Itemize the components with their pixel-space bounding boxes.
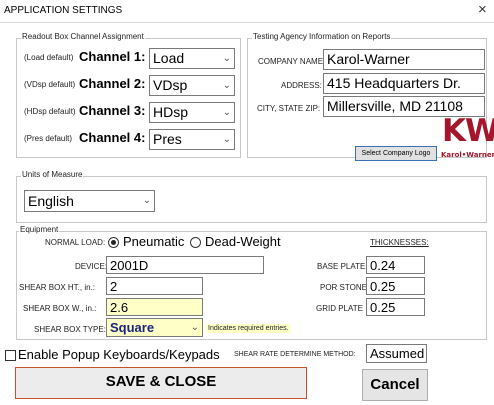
address-field[interactable]: 415 Headquarters Dr. [323,73,485,94]
channel-3-default-label: (HDsp default) [24,107,76,116]
channel-3-value: HDsp [153,104,189,120]
chevron-down-icon: ⌄ [190,322,199,333]
chevron-down-icon: ⌄ [222,134,231,145]
shear-rate-label: SHEAR RATE DETERMINE METHOD: [234,351,356,358]
channel-4-select[interactable]: Pres ⌄ [149,129,235,150]
device-field[interactable]: 2001D [106,256,264,274]
required-entries-note: Indicates required entries. [206,324,291,333]
channel-3-label: Channel 3: [79,103,146,118]
company-name-field[interactable]: Karol-Warner [323,49,485,70]
channel-4-label: Channel 4: [79,130,146,145]
address-label: ADDRESS: [281,81,322,90]
base-plate-label: BASE PLATE [317,262,366,271]
channel-2-value: VDsp [153,77,188,93]
chevron-down-icon: ⌄ [222,107,231,118]
channel-2-select[interactable]: VDsp ⌄ [149,75,235,96]
shear-box-ht-field[interactable]: 2 [106,277,203,295]
thicknesses-header: THICKNESSES: [370,238,429,247]
grid-plate-field[interactable]: 0.25 [366,298,425,316]
save-close-button[interactable]: SAVE & CLOSE [15,367,307,399]
company-logo: KW [442,115,494,147]
units-group-label: Units of Measure [21,170,84,179]
company-name-label: COMPANY NAME: [258,57,326,66]
por-stone-field[interactable]: 0.25 [366,277,425,295]
channel-4-value: Pres [153,131,182,147]
shear-box-type-value: Square [110,320,155,335]
pneumatic-radio[interactable] [108,237,119,248]
readout-group-label: Readout Box Channel Assignment [21,32,145,41]
logo-mark: KW [442,113,494,149]
shear-box-type-label: SHEAR BOX TYPE: [34,325,106,334]
channel-1-default-label: (Load default) [24,53,74,62]
dead-weight-label: Dead-Weight [205,234,281,249]
shear-box-type-select[interactable]: Square ⌄ [106,318,203,337]
city-state-zip-label: CITY, STATE ZIP: [257,104,321,113]
shear-rate-field[interactable]: Assumed [366,344,427,363]
equipment-group-label: Equipment [19,225,60,234]
dead-weight-radio[interactable] [190,237,201,248]
units-select[interactable]: English ⌄ [24,190,155,212]
title-divider [0,22,494,23]
channel-1-select[interactable]: Load ⌄ [149,48,235,69]
radio-selected-dot [111,240,116,245]
popup-keyboards-label: Enable Popup Keyboards/Keypads [18,347,220,362]
units-value: English [28,193,74,209]
company-logo-text: Karol•Warner [441,151,494,159]
chevron-down-icon: ⌄ [222,53,231,64]
agency-group-label: Testing Agency Information on Reports [252,32,392,41]
chevron-down-icon: ⌄ [142,195,151,206]
shear-box-w-field[interactable]: 2.6 [106,298,203,316]
chevron-down-icon: ⌄ [222,80,231,91]
channel-1-label: Channel 1: [79,49,146,64]
normal-load-label: NORMAL LOAD: [45,238,106,247]
device-label: DEVICE: [75,262,108,271]
channel-2-default-label: (VDsp default) [24,80,76,89]
popup-keyboards-checkbox[interactable] [5,350,16,361]
channel-4-default-label: (Pres default) [24,134,73,143]
window-title: APPLICATION SETTINGS [4,5,123,16]
channel-3-select[interactable]: HDsp ⌄ [149,102,235,123]
cancel-button[interactable]: Cancel [362,369,428,401]
por-stone-label: POR STONE [320,283,367,292]
pneumatic-label: Pneumatic [123,234,185,249]
shear-box-ht-label: SHEAR BOX HT., in.: [19,283,96,292]
shear-box-w-label: SHEAR BOX W., in.: [23,304,97,313]
channel-2-label: Channel 2: [79,76,146,91]
grid-plate-label: GRID PLATE [316,304,363,313]
base-plate-field[interactable]: 0.24 [366,256,425,274]
channel-1-value: Load [153,50,185,66]
close-icon[interactable]: × [478,1,487,18]
select-company-logo-button[interactable]: Select Company Logo [355,146,437,161]
